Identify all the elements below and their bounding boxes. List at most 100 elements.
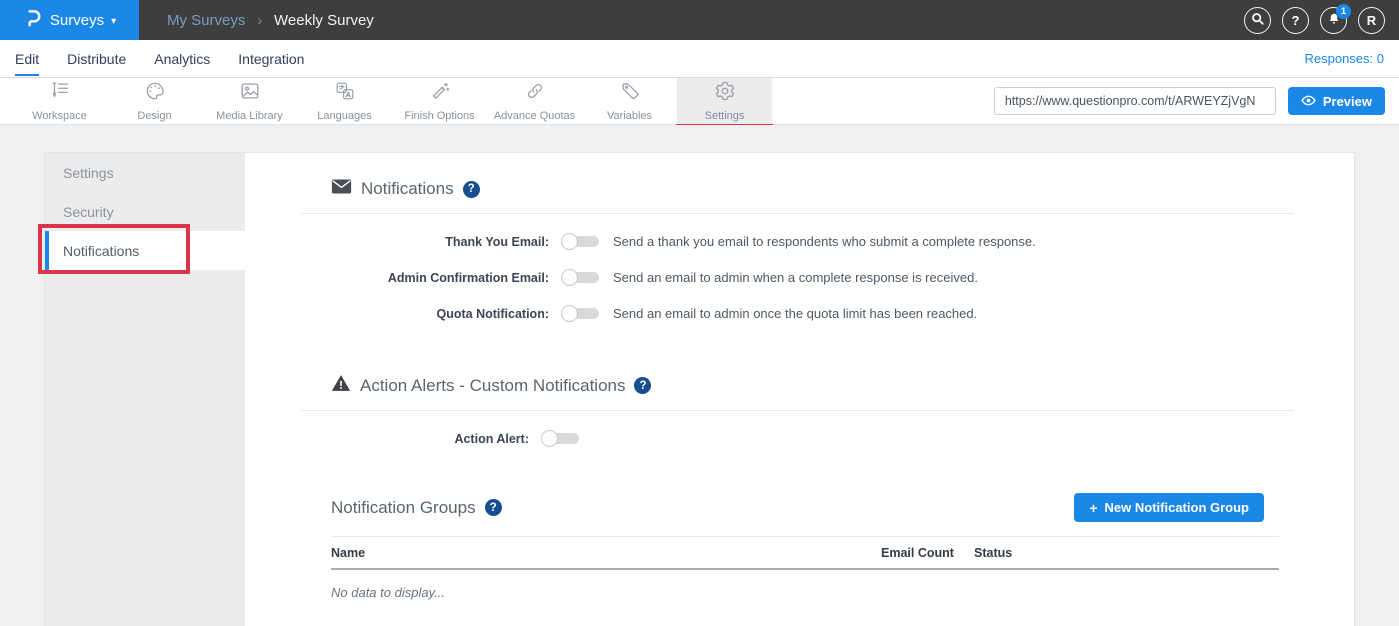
responses-count[interactable]: Responses: 0 (1305, 51, 1385, 66)
survey-url-input[interactable] (994, 87, 1276, 115)
avatar-initial: R (1367, 13, 1376, 28)
gear-icon (714, 80, 736, 107)
toolbar-item-design[interactable]: Design (107, 78, 202, 124)
eye-icon (1301, 94, 1316, 109)
toggle-row-thank-you-email: Thank You Email: Send a thank you email … (301, 233, 1294, 250)
sidebar-item-label: Notifications (63, 243, 139, 259)
toggle-row-action-alert: Action Alert: (301, 430, 1294, 447)
toggle-label: Quota Notification: (301, 307, 549, 321)
table-header-row: Name Email Count Status (331, 536, 1279, 570)
section-title: Notification Groups (331, 498, 476, 518)
toolbar-item-variables[interactable]: Variables (582, 78, 677, 124)
toolbar-item-media-library[interactable]: Media Library (202, 78, 297, 124)
sidebar-item-security[interactable]: Security (45, 192, 245, 231)
toggle-label: Thank You Email: (301, 235, 549, 249)
top-bar: Surveys ▾ My Surveys › Weekly Survey ? (0, 0, 1399, 40)
sidebar-item-label: Settings (63, 165, 114, 181)
toggle-description: Send an email to admin once the quota li… (613, 306, 977, 321)
sidebar-item-label: Security (63, 204, 114, 220)
sidebar-item-settings[interactable]: Settings (45, 153, 245, 192)
tag-icon (619, 80, 641, 107)
action-alerts-section-header: Action Alerts - Custom Notifications ? (331, 374, 1294, 397)
settings-page: Settings Security Notifications Not (0, 125, 1399, 626)
toolbar-item-finish-options[interactable]: Finish Options (392, 78, 487, 124)
toggle-label: Action Alert: (301, 432, 529, 446)
tab-distribute[interactable]: Distribute (67, 42, 126, 76)
notification-groups-header: Notification Groups ? + New Notification… (301, 493, 1294, 522)
preview-button[interactable]: Preview (1288, 87, 1385, 115)
toggle-description: Send a thank you email to respondents wh… (613, 234, 1036, 249)
toggle-description: Send an email to admin when a complete r… (613, 270, 978, 285)
notification-groups-table: Name Email Count Status No data to displ… (331, 536, 1279, 615)
product-label: Surveys (50, 12, 104, 29)
new-notification-group-button[interactable]: + New Notification Group (1074, 493, 1264, 522)
column-header-email-count: Email Count (881, 546, 974, 560)
help-icon[interactable]: ? (634, 377, 651, 394)
notifications-content: Notifications ? Thank You Email: Send a … (245, 153, 1354, 626)
product-switcher[interactable]: Surveys ▾ (0, 0, 139, 40)
toolbar-item-settings[interactable]: Settings (677, 78, 772, 124)
tab-integration[interactable]: Integration (238, 42, 304, 76)
help-icon[interactable]: ? (463, 181, 480, 198)
questionpro-logo-icon (23, 8, 43, 33)
notification-groups-title-wrap: Notification Groups ? (331, 498, 502, 518)
survey-nav: Edit Distribute Analytics Integration Re… (0, 40, 1399, 78)
column-header-status: Status (974, 546, 1279, 560)
workspace-icon (49, 80, 71, 107)
image-icon (239, 80, 261, 107)
section-title: Notifications (361, 179, 454, 199)
thank-you-email-toggle[interactable] (561, 233, 599, 250)
topbar-actions: ? 1 R (1244, 0, 1399, 40)
toolbar-label: Languages (317, 110, 371, 122)
warning-triangle-icon (331, 374, 351, 397)
breadcrumb: My Surveys › Weekly Survey (167, 0, 374, 40)
toolbar-label: Settings (705, 110, 745, 122)
settings-sidebar: Settings Security Notifications (45, 153, 245, 626)
action-alert-toggle[interactable] (541, 430, 579, 447)
breadcrumb-current: Weekly Survey (274, 12, 374, 29)
table-empty-message: No data to display... (331, 570, 1279, 615)
notifications-section-header: Notifications ? (331, 178, 1294, 200)
search-button[interactable] (1244, 7, 1271, 34)
palette-icon (144, 80, 166, 107)
help-button[interactable]: ? (1282, 7, 1309, 34)
plus-icon: + (1089, 500, 1097, 516)
divider (301, 410, 1294, 411)
envelope-icon (331, 178, 352, 200)
chevron-down-icon: ▾ (111, 16, 116, 27)
search-icon (1251, 12, 1265, 29)
tab-edit[interactable]: Edit (15, 42, 39, 76)
column-header-name: Name (331, 546, 881, 560)
toggle-row-quota-notification: Quota Notification: Send an email to adm… (301, 305, 1294, 322)
chain-link-icon (524, 80, 546, 107)
edit-toolbar: Workspace Design Media Library (0, 78, 1399, 125)
toolbar-label: Workspace (32, 110, 87, 122)
notification-badge: 1 (1336, 4, 1351, 19)
notifications-button[interactable]: 1 (1320, 7, 1347, 34)
new-group-label: New Notification Group (1105, 500, 1249, 515)
toggle-label: Admin Confirmation Email: (301, 271, 549, 285)
toolbar-item-languages[interactable]: Languages (297, 78, 392, 124)
toolbar-right: Preview (994, 78, 1399, 124)
preview-label: Preview (1323, 94, 1372, 109)
help-icon[interactable]: ? (485, 499, 502, 516)
toolbar-item-workspace[interactable]: Workspace (12, 78, 107, 124)
breadcrumb-separator-icon: › (257, 12, 262, 28)
toggle-row-admin-confirmation-email: Admin Confirmation Email: Send an email … (301, 269, 1294, 286)
admin-confirmation-email-toggle[interactable] (561, 269, 599, 286)
divider (301, 213, 1294, 214)
account-avatar[interactable]: R (1358, 7, 1385, 34)
toolbar-label: Media Library (216, 110, 283, 122)
toolbar-label: Finish Options (404, 110, 474, 122)
tab-analytics[interactable]: Analytics (154, 42, 210, 76)
toolbar-label: Design (137, 110, 171, 122)
sidebar-item-notifications[interactable]: Notifications (45, 231, 245, 270)
toolbar-item-advance-quotas[interactable]: Advance Quotas (487, 78, 582, 124)
section-title: Action Alerts - Custom Notifications (360, 376, 625, 396)
wand-icon (429, 80, 451, 107)
question-mark-icon: ? (1292, 13, 1300, 28)
settings-panel: Settings Security Notifications Not (44, 152, 1355, 626)
breadcrumb-parent[interactable]: My Surveys (167, 12, 245, 29)
quota-notification-toggle[interactable] (561, 305, 599, 322)
toolbar-label: Advance Quotas (494, 110, 575, 122)
